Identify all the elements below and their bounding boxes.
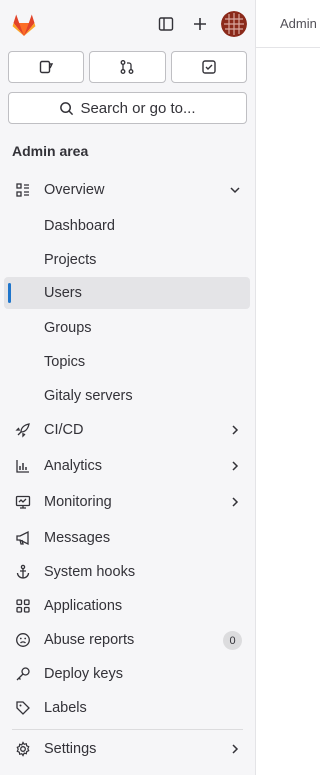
settings-icon bbox=[15, 741, 31, 757]
nav-item-system-hooks[interactable]: System hooks bbox=[4, 556, 250, 588]
main-topbar: Admin bbox=[256, 0, 320, 48]
merge-requests-button[interactable] bbox=[89, 51, 166, 83]
nav-item-projects[interactable]: Projects bbox=[4, 244, 250, 276]
nav-divider bbox=[12, 729, 243, 730]
nav-item-dashboard[interactable]: Dashboard bbox=[4, 210, 250, 242]
chevron-right-icon bbox=[232, 497, 239, 507]
anchor-icon bbox=[15, 564, 31, 580]
breadcrumb[interactable]: Admin bbox=[280, 16, 317, 31]
search-button[interactable]: Search or go to... bbox=[8, 92, 247, 124]
nav-item-applications[interactable]: Applications bbox=[4, 590, 250, 622]
chevron-down-icon bbox=[230, 187, 240, 194]
todos-button[interactable] bbox=[170, 51, 247, 83]
label-icon bbox=[15, 700, 31, 716]
monitor-icon bbox=[15, 494, 31, 510]
nav-item-users[interactable]: Users bbox=[4, 277, 250, 309]
sidebar: Search or go to... Admin area Overview D… bbox=[0, 0, 256, 775]
merge-requests-icon bbox=[121, 60, 134, 74]
nav-item-overview[interactable]: Overview bbox=[4, 174, 250, 206]
nav-item-cicd[interactable]: CI/CD bbox=[4, 414, 250, 446]
chevron-right-icon bbox=[232, 744, 239, 754]
nav-item-monitoring[interactable]: Monitoring bbox=[4, 486, 250, 518]
abuse-count-badge: 0 bbox=[223, 631, 242, 650]
gitlab-logo-icon[interactable] bbox=[10, 11, 38, 39]
nav-item-abuse-reports[interactable]: Abuse reports 0 bbox=[4, 624, 250, 656]
quick-actions bbox=[8, 51, 247, 83]
abuse-icon bbox=[15, 632, 31, 648]
avatar[interactable] bbox=[221, 11, 247, 37]
nav-item-labels[interactable]: Labels bbox=[4, 692, 250, 724]
bullhorn-icon bbox=[15, 530, 31, 546]
nav-item-messages[interactable]: Messages bbox=[4, 522, 250, 554]
chevron-right-icon bbox=[232, 461, 239, 471]
overview-icon bbox=[15, 182, 31, 198]
nav-item-topics[interactable]: Topics bbox=[4, 346, 250, 378]
rocket-icon bbox=[15, 422, 31, 438]
sidebar-topbar bbox=[0, 0, 255, 48]
search-icon bbox=[60, 101, 74, 115]
nav-title: Admin area bbox=[12, 143, 89, 159]
nav-item-settings[interactable]: Settings bbox=[4, 733, 250, 765]
plus-icon[interactable] bbox=[187, 11, 213, 37]
main-content: Admin bbox=[256, 0, 320, 775]
applications-icon bbox=[15, 598, 31, 614]
nav-item-gitaly-servers[interactable]: Gitaly servers bbox=[4, 380, 250, 412]
nav-item-groups[interactable]: Groups bbox=[4, 312, 250, 344]
nav-item-deploy-keys[interactable]: Deploy keys bbox=[4, 658, 250, 690]
search-label: Search or go to... bbox=[80, 99, 196, 117]
issues-button[interactable] bbox=[8, 51, 85, 83]
sidebar-toggle-icon[interactable] bbox=[153, 11, 179, 37]
todos-icon bbox=[202, 60, 216, 74]
chart-icon bbox=[15, 458, 31, 474]
key-icon bbox=[15, 666, 31, 682]
nav-item-analytics[interactable]: Analytics bbox=[4, 450, 250, 482]
admin-nav: Admin area Overview Dashboard Projects U… bbox=[0, 132, 255, 775]
issues-icon bbox=[39, 60, 54, 74]
chevron-right-icon bbox=[232, 425, 239, 435]
